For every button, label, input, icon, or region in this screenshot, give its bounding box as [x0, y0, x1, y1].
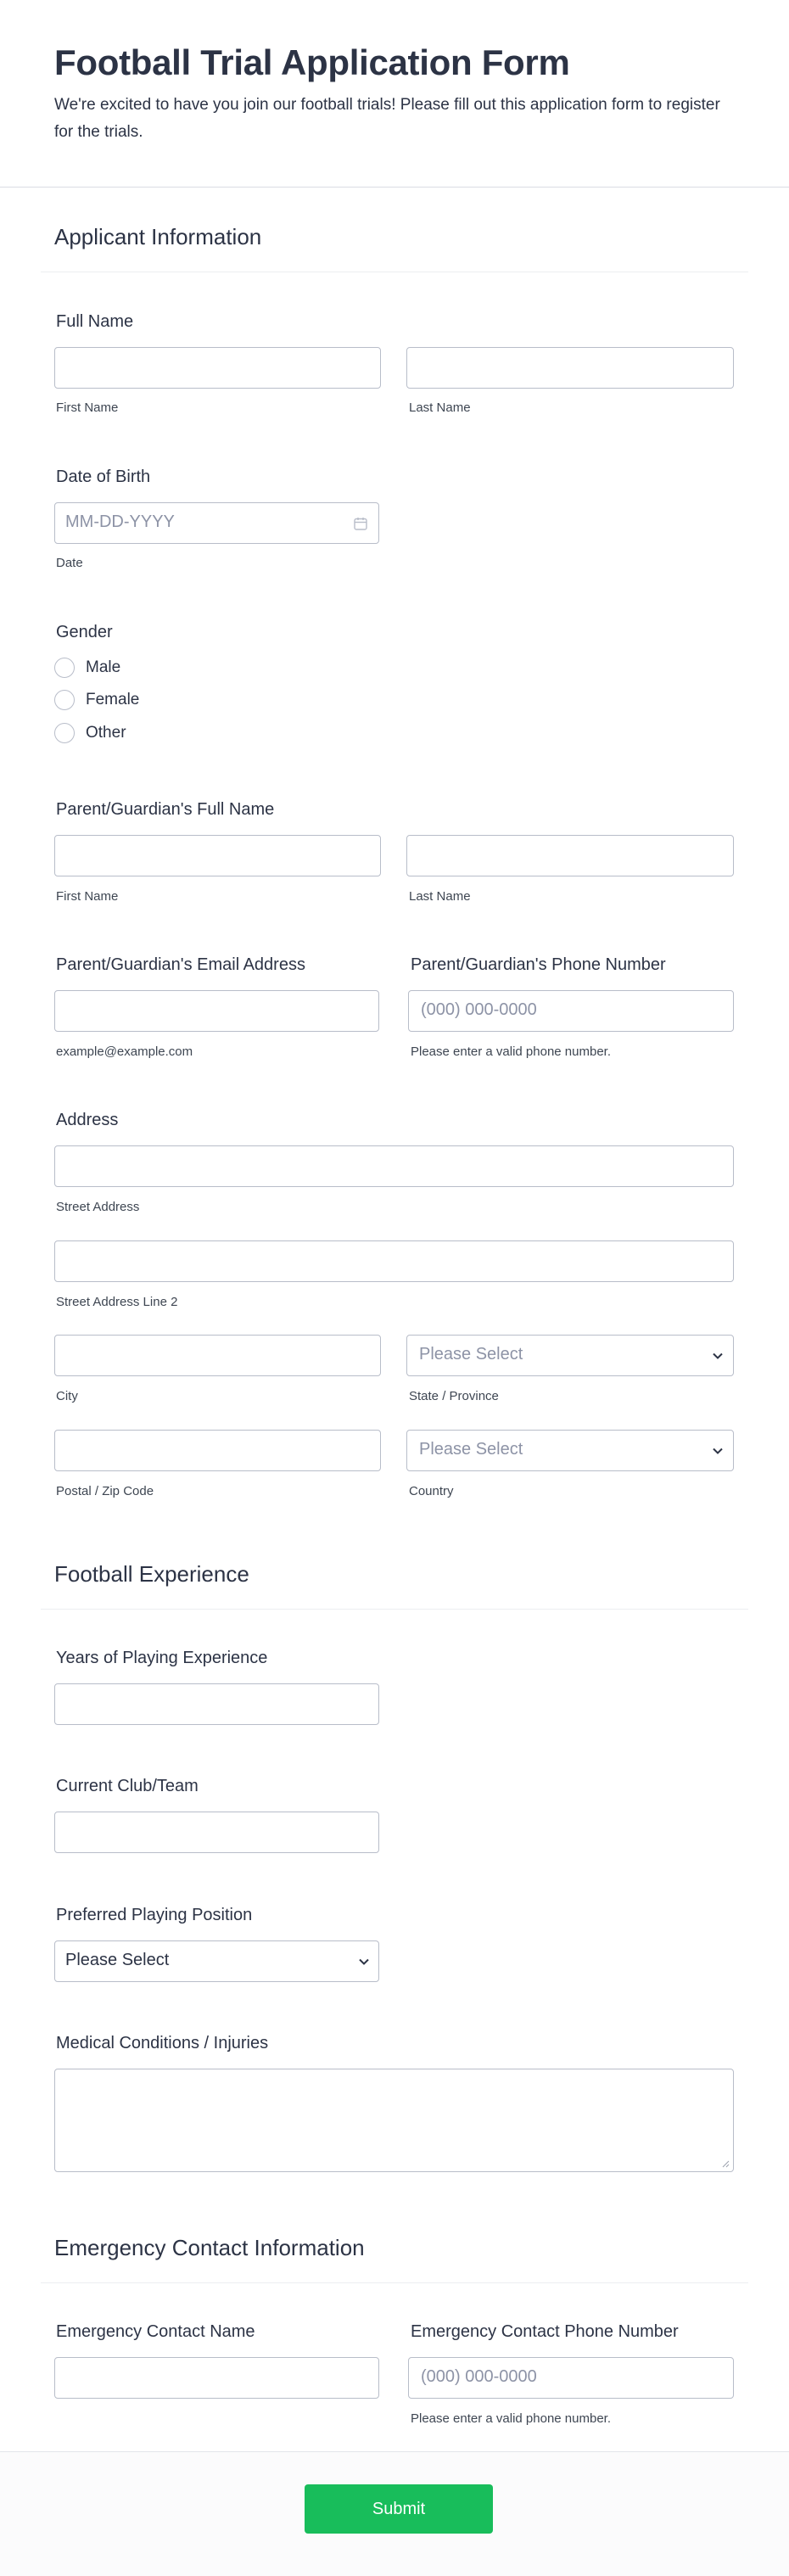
form-description: We're excited to have you join our footb…: [54, 96, 720, 141]
emergency-phone-sublabel: Please enter a valid phone number.: [411, 2411, 611, 2426]
radio-other[interactable]: [54, 723, 75, 743]
position-select-value: Please Select: [65, 1951, 170, 1969]
chevron-down-icon: [713, 1352, 723, 1359]
guardian-email-sublabel: example@example.com: [56, 1044, 193, 1059]
radio-male[interactable]: [54, 658, 75, 678]
club-label: Current Club/Team: [56, 1777, 199, 1795]
country-select[interactable]: Please Select: [406, 1430, 734, 1471]
full-name-label: Full Name: [56, 312, 134, 331]
emergency-phone-label: Emergency Contact Phone Number: [411, 2322, 679, 2341]
section-divider: [41, 1609, 748, 1610]
radio-label-male[interactable]: Male: [86, 658, 120, 677]
form-title: Football Trial Application Form: [54, 42, 570, 82]
years-exp-input[interactable]: [54, 1683, 379, 1725]
emergency-name-input[interactable]: [54, 2357, 379, 2399]
guardian-last-name-input[interactable]: [406, 835, 734, 876]
first-name-sublabel: First Name: [56, 400, 119, 415]
medical-label: Medical Conditions / Injuries: [56, 2034, 269, 2052]
section-title-football: Football Experience: [54, 1561, 249, 1587]
dob-label: Date of Birth: [56, 468, 151, 486]
guardian-email-input[interactable]: [54, 990, 379, 1032]
radio-label-female[interactable]: Female: [86, 691, 139, 709]
street-address-line2-sublabel: Street Address Line 2: [56, 1295, 178, 1309]
dob-sublabel: Date: [56, 556, 83, 570]
state-select-value: Please Select: [419, 1345, 523, 1364]
guardian-last-sublabel: Last Name: [409, 889, 471, 904]
guardian-phone-input[interactable]: (000) 000-0000: [408, 990, 734, 1032]
zip-input[interactable]: [54, 1430, 381, 1471]
city-sublabel: City: [56, 1389, 78, 1403]
guardian-phone-sublabel: Please enter a valid phone number.: [411, 1044, 611, 1059]
position-select[interactable]: Please Select: [54, 1940, 379, 1982]
guardian-first-sublabel: First Name: [56, 889, 119, 904]
country-select-value: Please Select: [419, 1440, 523, 1459]
dob-input[interactable]: MM-DD-YYYY: [54, 502, 379, 544]
street-address-line2-input[interactable]: [54, 1240, 734, 1282]
street-address-input[interactable]: [54, 1145, 734, 1187]
street-address-sublabel: Street Address: [56, 1200, 140, 1214]
position-label: Preferred Playing Position: [56, 1906, 253, 1924]
section-divider: [41, 2282, 748, 2283]
chevron-down-icon: [359, 1958, 369, 1965]
last-name-input[interactable]: [406, 347, 734, 389]
header-divider: [0, 187, 789, 188]
chevron-down-icon: [713, 1448, 723, 1454]
resize-handle-icon[interactable]: [721, 2159, 730, 2168]
state-sublabel: State / Province: [409, 1389, 499, 1403]
section-title-applicant: Applicant Information: [54, 224, 262, 249]
submit-button[interactable]: Submit: [305, 2484, 493, 2534]
medical-textarea[interactable]: [54, 2069, 734, 2172]
last-name-sublabel: Last Name: [409, 400, 471, 415]
calendar-icon[interactable]: [353, 516, 368, 531]
radio-female[interactable]: [54, 690, 75, 710]
years-exp-label: Years of Playing Experience: [56, 1649, 268, 1667]
emergency-phone-input[interactable]: (000) 000-0000: [408, 2357, 734, 2399]
state-select[interactable]: Please Select: [406, 1335, 734, 1376]
emergency-name-label: Emergency Contact Name: [56, 2322, 255, 2341]
guardian-email-label: Parent/Guardian's Email Address: [56, 955, 305, 974]
country-sublabel: Country: [409, 1484, 454, 1498]
guardian-phone-label: Parent/Guardian's Phone Number: [411, 955, 666, 974]
radio-label-other[interactable]: Other: [86, 724, 126, 742]
address-label: Address: [56, 1111, 119, 1129]
section-title-emergency: Emergency Contact Information: [54, 2235, 365, 2260]
dob-placeholder: MM-DD-YYYY: [65, 512, 175, 531]
guardian-name-label: Parent/Guardian's Full Name: [56, 800, 275, 819]
club-input[interactable]: [54, 1812, 379, 1853]
city-input[interactable]: [54, 1335, 381, 1376]
emergency-phone-placeholder: (000) 000-0000: [421, 2367, 537, 2386]
guardian-first-name-input[interactable]: [54, 835, 381, 876]
gender-label: Gender: [56, 623, 113, 641]
first-name-input[interactable]: [54, 347, 381, 389]
zip-sublabel: Postal / Zip Code: [56, 1484, 154, 1498]
guardian-phone-placeholder: (000) 000-0000: [421, 1000, 537, 1019]
